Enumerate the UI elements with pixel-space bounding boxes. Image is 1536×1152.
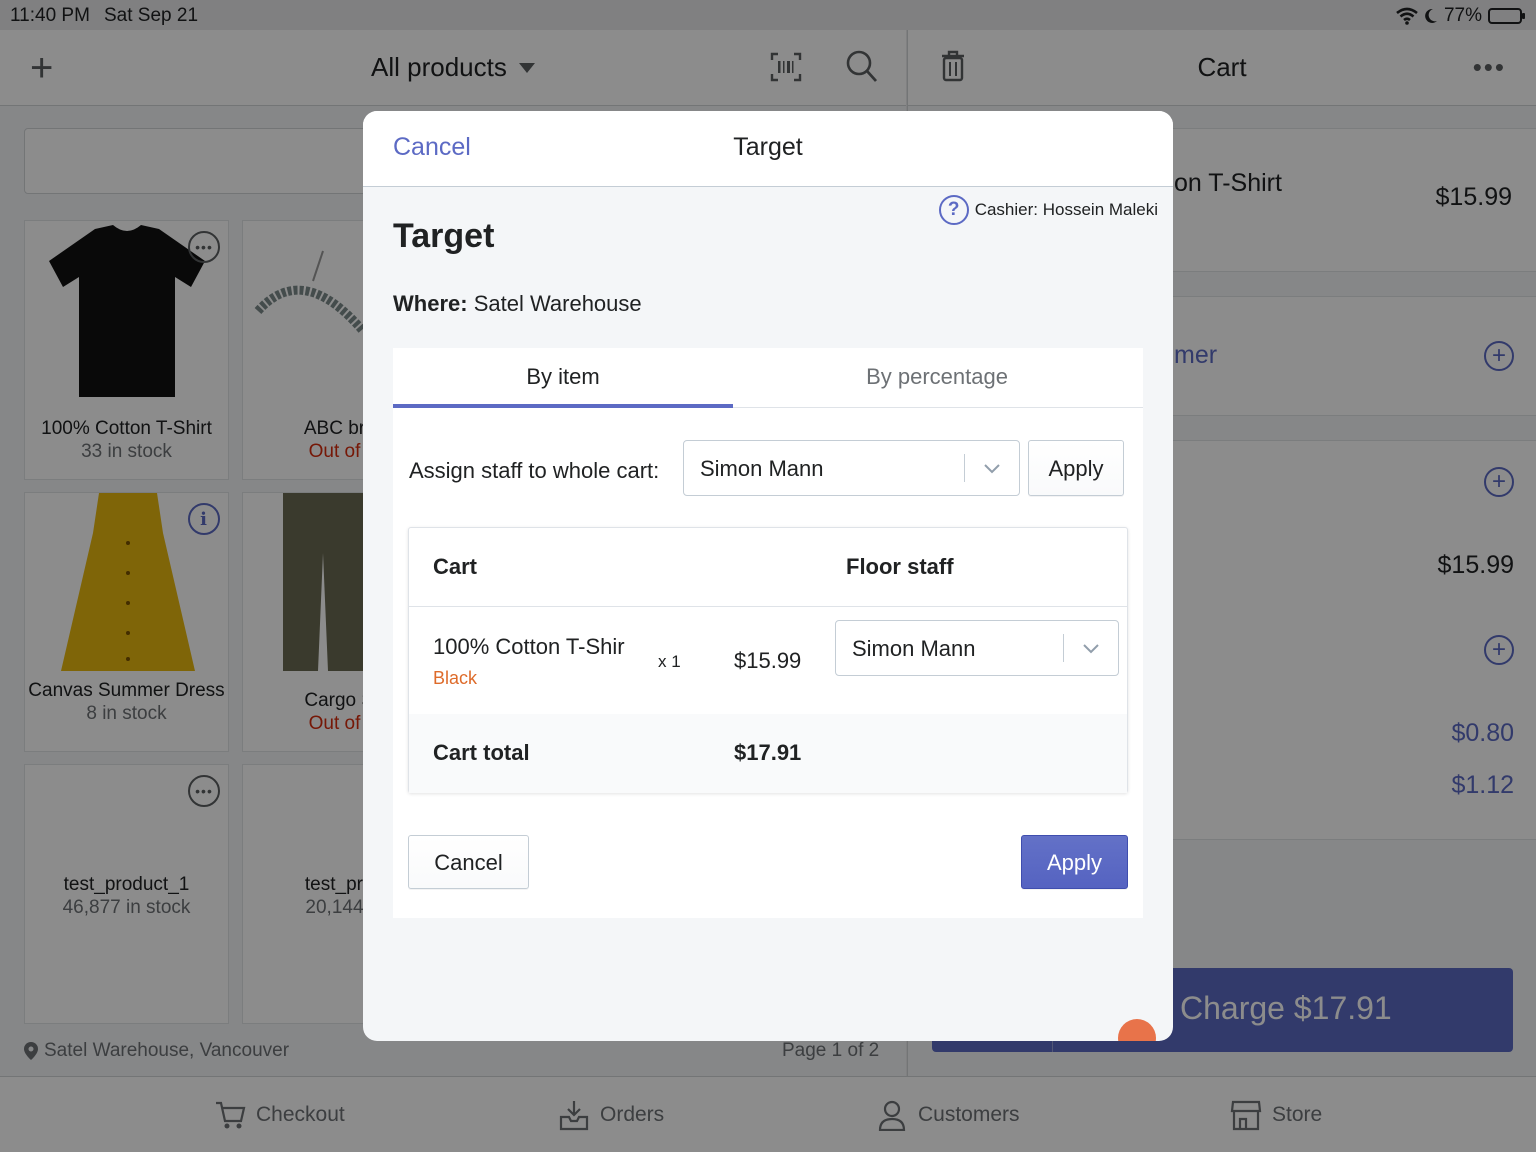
tab-bar: By item By percentage bbox=[393, 348, 1143, 408]
floor-staff-table: Cart Floor staff 100% Cotton T-Shir Blac… bbox=[408, 527, 1128, 793]
assign-staff-value: Simon Mann bbox=[700, 456, 824, 481]
column-header-cart: Cart bbox=[433, 554, 478, 579]
chevron-down-icon bbox=[1083, 644, 1099, 654]
where-label: Where: bbox=[393, 291, 468, 316]
select-separator bbox=[964, 454, 965, 482]
item-staff-value: Simon Mann bbox=[852, 636, 976, 661]
cart-item-name: 100% Cotton T-Shir bbox=[433, 634, 625, 659]
cart-total-label: Cart total bbox=[433, 740, 530, 765]
header-divider bbox=[409, 606, 1127, 607]
apply-button[interactable]: Apply bbox=[1021, 835, 1128, 889]
where-line: Where: Satel Warehouse bbox=[393, 291, 642, 317]
cart-item-price: $15.99 bbox=[734, 648, 802, 673]
cart-total-row: Cart total $17.91 bbox=[409, 714, 1127, 793]
page-title: Target bbox=[393, 217, 495, 255]
help-icon[interactable]: ? bbox=[938, 195, 969, 225]
item-staff-select[interactable]: Simon Mann bbox=[835, 620, 1119, 676]
support-chat-icon[interactable] bbox=[1118, 1019, 1156, 1041]
where-value: Satel Warehouse bbox=[473, 291, 642, 316]
modal-header: Cancel Target bbox=[363, 111, 1173, 187]
cashier-info: ? Cashier: Hossein Maleki bbox=[938, 195, 1158, 225]
cart-item-quantity: x 1 bbox=[658, 652, 681, 671]
assign-apply-button[interactable]: Apply bbox=[1028, 440, 1124, 496]
tab-by-percentage[interactable]: By percentage bbox=[767, 348, 1107, 408]
select-separator bbox=[1063, 634, 1064, 662]
column-header-floor-staff: Floor staff bbox=[846, 554, 954, 579]
modal-title: Target bbox=[733, 133, 803, 161]
tab-by-item[interactable]: By item bbox=[393, 348, 733, 408]
cart-total-value: $17.91 bbox=[734, 740, 802, 765]
target-card: By item By percentage Assign staff to wh… bbox=[393, 348, 1143, 918]
assign-staff-select[interactable]: Simon Mann bbox=[683, 440, 1020, 496]
cancel-button[interactable]: Cancel bbox=[408, 835, 529, 889]
cashier-label: Cashier: Hossein Maleki bbox=[974, 200, 1158, 219]
assign-staff-label: Assign staff to whole cart: bbox=[409, 458, 660, 483]
chevron-down-icon bbox=[984, 464, 1000, 474]
target-modal: Cancel Target ? Cashier: Hossein Maleki … bbox=[363, 111, 1173, 1041]
cart-item-variant: Black bbox=[433, 668, 478, 688]
